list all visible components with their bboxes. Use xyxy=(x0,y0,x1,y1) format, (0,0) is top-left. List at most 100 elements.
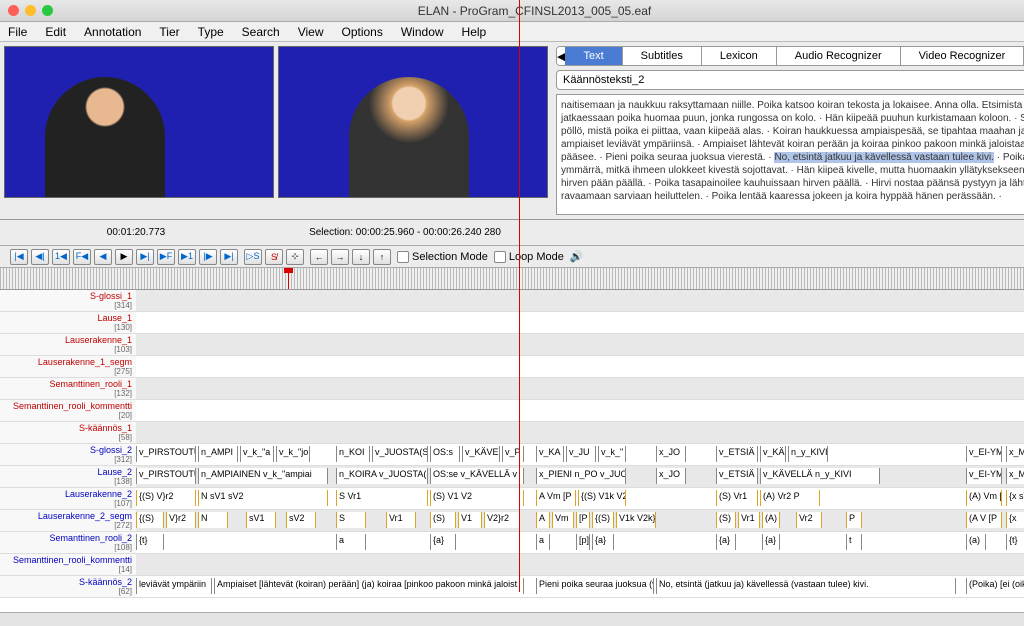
tier-row[interactable] xyxy=(136,400,1024,422)
crosshair-button[interactable]: ⊹ xyxy=(286,249,304,265)
annotation-segment[interactable]: sV2 xyxy=(286,512,316,528)
annotation-segment[interactable]: Vr2 xyxy=(796,512,822,528)
playhead-cursor[interactable] xyxy=(288,268,289,289)
left-arrow-button[interactable]: ← xyxy=(310,249,328,265)
annotation-segment[interactable]: n_KOIRA v_JUOSTA(S) xyxy=(336,468,428,484)
tier-label[interactable]: S-käännös_2[62] xyxy=(0,576,136,598)
annotation-segment[interactable]: [p] xyxy=(576,534,590,550)
step-fwd-button[interactable]: ▶| xyxy=(136,249,154,265)
up-arrow-button[interactable]: ↑ xyxy=(373,249,391,265)
annotation-segment[interactable]: V1 xyxy=(458,512,482,528)
tier-row[interactable] xyxy=(136,356,1024,378)
tier-row[interactable] xyxy=(136,422,1024,444)
annotation-segment[interactable]: {a} xyxy=(716,534,736,550)
right-arrow-button[interactable]: → xyxy=(331,249,349,265)
prev-frame-button[interactable]: 1◀ xyxy=(52,249,70,265)
annotation-segment[interactable]: OS:s xyxy=(430,446,460,462)
annotation-segment[interactable]: N sV1 sV2 xyxy=(198,490,328,506)
tier-row[interactable]: {(S) V}r2N sV1 sV2S Vr1(S) V1 V2A Vm [P{… xyxy=(136,488,1024,510)
annotation-segment[interactable]: t xyxy=(846,534,862,550)
annotation-segment[interactable]: v_P xyxy=(502,446,524,462)
next-pixel-button[interactable]: ▶F xyxy=(157,249,175,265)
tier-label[interactable]: Semanttinen_rooli_kommentti[14] xyxy=(0,554,136,576)
menu-view[interactable]: View xyxy=(298,25,324,39)
annotation-segment[interactable]: v_k_"a xyxy=(240,446,274,462)
annotation-segment[interactable]: x_JO xyxy=(656,446,686,462)
annotation-segment[interactable]: v_ETSIÄ xyxy=(716,446,758,462)
loop-mode-checkbox[interactable] xyxy=(494,251,506,263)
prev-scroll-button[interactable]: ◀| xyxy=(31,249,49,265)
maximize-button[interactable] xyxy=(42,5,53,16)
tier-row[interactable] xyxy=(136,334,1024,356)
tier-label[interactable]: Semanttinen_rooli_1[132] xyxy=(0,378,136,400)
annotation-segment[interactable]: A Vm [P xyxy=(536,490,576,506)
timeline-ruler[interactable] xyxy=(0,268,1024,290)
annotation-segment[interactable]: (A) xyxy=(762,512,780,528)
annotation-segment[interactable]: v_JUOSTA(S) xyxy=(372,446,428,462)
menu-tier[interactable]: Tier xyxy=(159,25,179,39)
annotation-segment[interactable]: v_PIRSTOUTU xyxy=(136,468,196,484)
tier-row[interactable] xyxy=(136,378,1024,400)
tier-label[interactable]: S-glossi_1[314] xyxy=(0,290,136,312)
annotation-segment[interactable]: (A) Vm [ xyxy=(966,490,1002,506)
annotation-segment[interactable]: OS:se v_KÄVELLÄ v xyxy=(430,468,524,484)
annotation-segment[interactable]: sV1 xyxy=(246,512,276,528)
tab-lexicon[interactable]: Lexicon xyxy=(702,47,777,65)
annotation-segment[interactable]: S xyxy=(336,512,366,528)
annotation-segment[interactable]: n_KOI xyxy=(336,446,370,462)
annotation-segment[interactable]: v_KA xyxy=(536,446,564,462)
menu-help[interactable]: Help xyxy=(462,25,487,39)
annotation-segment[interactable]: V2}r2 xyxy=(484,512,520,528)
annotation-segment[interactable]: v_KÄVELLÄ n_y_KIVI xyxy=(760,468,880,484)
clear-selection-button[interactable]: S̸ xyxy=(265,249,283,265)
tab-video-recognizer[interactable]: Video Recognizer xyxy=(901,47,1024,65)
video-viewer-1[interactable] xyxy=(4,46,274,198)
play-button[interactable]: ▶ xyxy=(115,249,133,265)
annotation-segment[interactable]: (S) xyxy=(430,512,456,528)
tier-label[interactable]: Lauserakenne_2_segm[272] xyxy=(0,510,136,532)
tier-row[interactable]: v_PIRSTOUTUn_AMPIAINEN v_k_"ampiai n_KOIR… xyxy=(136,466,1024,488)
annotation-segment[interactable]: x_MITÄ v_k_"kak xyxy=(1006,468,1024,484)
annotation-segment[interactable]: A xyxy=(536,512,550,528)
annotation-segment[interactable]: v_PIRSTOUTU xyxy=(136,446,196,462)
minimize-button[interactable] xyxy=(25,5,36,16)
annotation-segment[interactable]: {a} xyxy=(430,534,456,550)
annotation-segment[interactable]: Vr1 xyxy=(738,512,760,528)
tab-audio-recognizer[interactable]: Audio Recognizer xyxy=(777,47,901,65)
annotation-segment[interactable]: v_k_" xyxy=(598,446,626,462)
menu-edit[interactable]: Edit xyxy=(45,25,66,39)
step-back-button[interactable]: ◀ xyxy=(94,249,112,265)
annotation-segment[interactable]: V1k V2k} xyxy=(616,512,656,528)
annotation-segment[interactable]: (S) xyxy=(716,512,736,528)
speaker-icon[interactable]: 🔊 xyxy=(570,250,584,263)
next-scroll-button[interactable]: |▶ xyxy=(199,249,217,265)
tab-text[interactable]: Text xyxy=(565,47,622,65)
tab-scroll-left[interactable]: ◀ xyxy=(557,47,565,65)
annotation-segment[interactable]: x_MI xyxy=(1006,446,1024,462)
annotation-segment[interactable]: {t} xyxy=(1006,534,1024,550)
annotation-segment[interactable]: Vr1 xyxy=(386,512,416,528)
annotation-segment[interactable]: {t} xyxy=(136,534,164,550)
annotation-segment[interactable]: n_AMPIAINEN v_k_"ampiai xyxy=(198,468,328,484)
annotation-segment[interactable]: x_JO xyxy=(656,468,686,484)
annotation-segment[interactable]: (A) Vr2 P xyxy=(760,490,820,506)
tier-row[interactable]: {t}a{a}a[p]{a}{a}{a}t(a){t} xyxy=(136,532,1024,554)
annotation-segment[interactable]: V}r2 xyxy=(166,512,196,528)
annotation-segment[interactable]: a xyxy=(536,534,550,550)
goto-end-button[interactable]: ▶| xyxy=(220,249,238,265)
goto-begin-button[interactable]: |◀ xyxy=(10,249,28,265)
prev-pixel-button[interactable]: F◀ xyxy=(73,249,91,265)
tier-row[interactable] xyxy=(136,312,1024,334)
close-button[interactable] xyxy=(8,5,19,16)
annotation-segment[interactable]: (S) Vr1 xyxy=(716,490,758,506)
tier-dropdown[interactable]: Käännösteksti_2 ▴▾ xyxy=(556,70,1024,90)
down-arrow-button[interactable]: ↓ xyxy=(352,249,370,265)
tab-subtitles[interactable]: Subtitles xyxy=(623,47,702,65)
tier-label[interactable]: Lause_2[138] xyxy=(0,466,136,488)
annotation-segment[interactable]: a xyxy=(336,534,366,550)
annotation-segment[interactable]: {(S) V}r2 xyxy=(136,490,196,506)
annotation-segment[interactable]: v_KÄVE xyxy=(462,446,500,462)
play-selection-button[interactable]: ▷S xyxy=(244,249,262,265)
menu-options[interactable]: Options xyxy=(342,25,383,39)
annotation-segment[interactable]: v_ETSIÄ xyxy=(716,468,758,484)
